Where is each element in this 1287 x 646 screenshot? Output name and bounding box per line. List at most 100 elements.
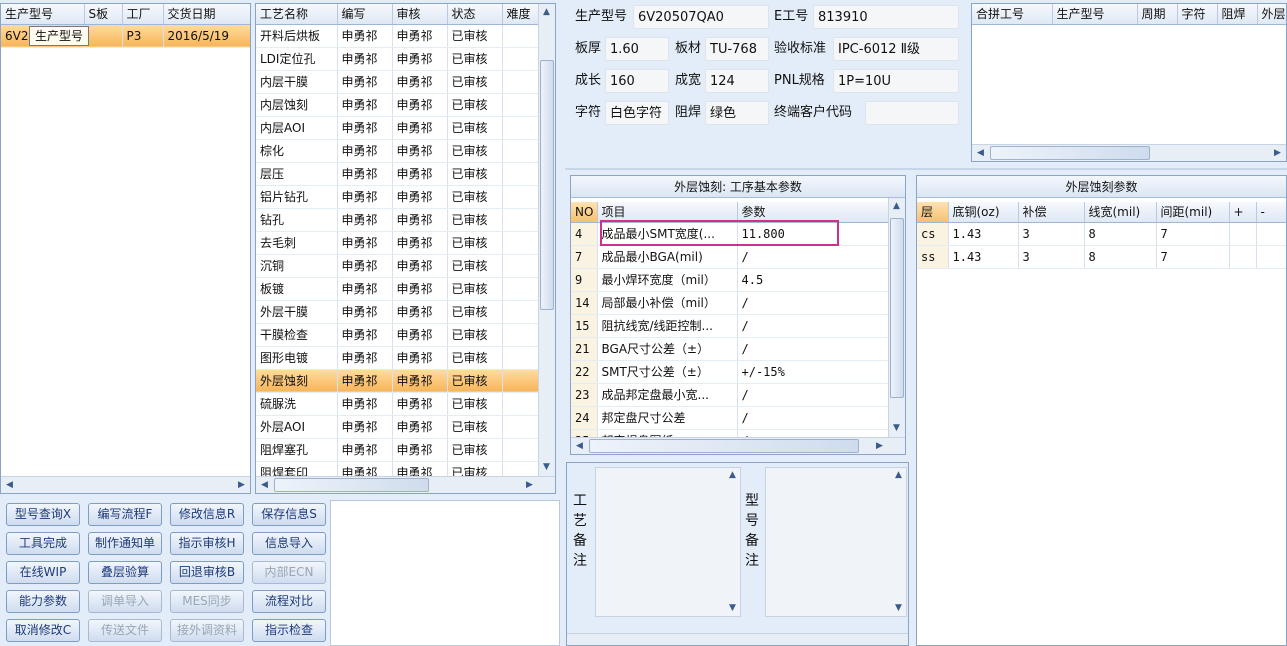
action-button[interactable]: 接外调资料: [170, 619, 244, 642]
scroll-right-icon[interactable]: ▶: [234, 478, 249, 493]
table-row[interactable]: 内层干膜 申勇祁 申勇祁 已审核: [256, 70, 540, 94]
column-header[interactable]: S板: [84, 4, 123, 25]
scroll-thumb[interactable]: [540, 60, 554, 310]
table-row[interactable]: 开料后烘板 申勇祁 申勇祁 已审核: [256, 24, 540, 48]
column-header[interactable]: 交货日期: [163, 4, 250, 25]
column-header[interactable]: 外层: [1257, 4, 1286, 25]
action-button[interactable]: 指示检查: [252, 619, 326, 642]
scroll-down-icon[interactable]: ▼: [725, 601, 740, 616]
column-header[interactable]: 补偿: [1018, 202, 1085, 223]
column-header[interactable]: 生产型号: [1, 4, 85, 25]
table-row[interactable]: 14 局部最小补偿（mil） /: [571, 291, 890, 315]
table-row[interactable]: 图形电镀 申勇祁 申勇祁 已审核: [256, 346, 540, 370]
column-header[interactable]: 工厂: [122, 4, 164, 25]
process-note-field[interactable]: ▲ ▼: [595, 467, 741, 617]
column-header[interactable]: 状态: [447, 4, 503, 25]
model-list-hscroll[interactable]: ◀ ▶: [1, 476, 250, 493]
notes-hscroll[interactable]: [567, 633, 908, 645]
scroll-up-icon[interactable]: ▲: [891, 468, 906, 483]
action-button[interactable]: 保存信息S: [252, 503, 326, 526]
table-row[interactable]: 沉铜 申勇祁 申勇祁 已审核: [256, 254, 540, 278]
column-header[interactable]: 线宽(mil): [1084, 202, 1157, 223]
column-header[interactable]: 间距(mil): [1156, 202, 1230, 223]
scroll-up-icon[interactable]: ▲: [539, 5, 554, 20]
table-row[interactable]: 棕化 申勇祁 申勇祁 已审核: [256, 139, 540, 163]
action-button[interactable]: 内部ECN: [252, 561, 326, 584]
column-header[interactable]: 参数: [737, 202, 890, 223]
table-row[interactable]: 21 BGA尺寸公差（±） /: [571, 337, 890, 361]
column-header[interactable]: 周期: [1137, 4, 1178, 25]
scroll-right-icon[interactable]: ▶: [1270, 146, 1285, 161]
table-row[interactable]: 24 邦定盘尺寸公差 /: [571, 406, 890, 430]
table-row[interactable]: 22 SMT尺寸公差（±） +/-15%: [571, 360, 890, 384]
action-button[interactable]: 调单导入: [88, 590, 162, 613]
table-row[interactable]: 板镀 申勇祁 申勇祁 已审核: [256, 277, 540, 301]
table-row[interactable]: 钻孔 申勇祁 申勇祁 已审核: [256, 208, 540, 232]
column-header[interactable]: 编写: [337, 4, 393, 25]
column-header[interactable]: 生产型号: [1052, 4, 1138, 25]
table-row[interactable]: LDI定位孔 申勇祁 申勇祁 已审核: [256, 47, 540, 71]
column-header[interactable]: 字符: [1177, 4, 1218, 25]
table-row[interactable]: 外层AOI 申勇祁 申勇祁 已审核: [256, 415, 540, 439]
scroll-up-icon[interactable]: ▲: [725, 468, 740, 483]
scroll-right-icon[interactable]: ▶: [872, 439, 887, 454]
scroll-down-icon[interactable]: ▼: [539, 460, 554, 475]
action-button[interactable]: 工具完成: [6, 532, 80, 555]
action-button[interactable]: 信息导入: [252, 532, 326, 555]
action-button[interactable]: 在线WIP: [6, 561, 80, 584]
column-header[interactable]: 层: [917, 202, 949, 223]
table-row[interactable]: 9 最小焊环宽度（mil） 4.5: [571, 268, 890, 292]
action-button[interactable]: 编写流程F: [88, 503, 162, 526]
table-row[interactable]: 外层干膜 申勇祁 申勇祁 已审核: [256, 300, 540, 324]
column-header[interactable]: 工艺名称: [256, 4, 338, 25]
process-params-vscroll[interactable]: ▲ ▼: [888, 198, 905, 437]
table-row[interactable]: 去毛刺 申勇祁 申勇祁 已审核: [256, 231, 540, 255]
table-row[interactable]: 外层蚀刻 申勇祁 申勇祁 已审核: [256, 369, 540, 393]
column-header[interactable]: NO: [571, 202, 598, 223]
scroll-thumb[interactable]: [990, 146, 1150, 160]
column-header[interactable]: +: [1229, 202, 1257, 223]
action-button[interactable]: 制作通知单: [88, 532, 162, 555]
table-row[interactable]: 阻焊塞孔 申勇祁 申勇祁 已审核: [256, 438, 540, 462]
table-row[interactable]: 内层AOI 申勇祁 申勇祁 已审核: [256, 116, 540, 140]
scroll-left-icon[interactable]: ◀: [257, 478, 272, 493]
table-row[interactable]: 硫脲洗 申勇祁 申勇祁 已审核: [256, 392, 540, 416]
process-params-hscroll[interactable]: ◀ ▶: [571, 437, 905, 454]
action-button[interactable]: 修改信息R: [170, 503, 244, 526]
table-row[interactable]: 层压 申勇祁 申勇祁 已审核: [256, 162, 540, 186]
column-header[interactable]: 阻焊: [1217, 4, 1258, 25]
action-button[interactable]: MES同步: [170, 590, 244, 613]
action-button[interactable]: 取消修改C: [6, 619, 80, 642]
scroll-down-icon[interactable]: ▼: [891, 601, 906, 616]
scroll-thumb[interactable]: [274, 478, 429, 492]
scroll-left-icon[interactable]: ◀: [572, 439, 587, 454]
table-row[interactable]: 内层蚀刻 申勇祁 申勇祁 已审核: [256, 93, 540, 117]
scroll-thumb[interactable]: [890, 218, 904, 398]
action-button[interactable]: 传送文件: [88, 619, 162, 642]
column-header[interactable]: 合拼工号: [972, 4, 1053, 25]
action-button[interactable]: 指示审核H: [170, 532, 244, 555]
scroll-down-icon[interactable]: ▼: [889, 421, 904, 436]
column-header[interactable]: 难度: [502, 4, 540, 25]
scroll-up-icon[interactable]: ▲: [889, 199, 904, 214]
column-header[interactable]: 项目: [597, 202, 738, 223]
action-button[interactable]: 叠层验算: [88, 561, 162, 584]
column-header[interactable]: -: [1256, 202, 1286, 223]
action-button[interactable]: 能力参数: [6, 590, 80, 613]
merge-table-hscroll[interactable]: ◀ ▶: [972, 144, 1286, 161]
model-note-field[interactable]: ▲ ▼: [765, 467, 907, 617]
table-row[interactable]: 干膜检查 申勇祁 申勇祁 已审核: [256, 323, 540, 347]
scroll-left-icon[interactable]: ◀: [2, 478, 17, 493]
scroll-right-icon[interactable]: ▶: [522, 478, 537, 493]
table-row[interactable]: 23 成品邦定盘最小宽... /: [571, 383, 890, 407]
table-row[interactable]: ss 1.43 3 8 7: [917, 245, 1286, 269]
action-button[interactable]: 回退审核B: [170, 561, 244, 584]
process-list-hscroll[interactable]: ◀ ▶: [256, 476, 555, 493]
process-list-vscroll[interactable]: ▲ ▼: [538, 4, 555, 476]
action-button[interactable]: 型号查询X: [6, 503, 80, 526]
table-row[interactable]: cs 1.43 3 8 7: [917, 222, 1286, 246]
column-header[interactable]: 底铜(oz): [948, 202, 1019, 223]
action-button[interactable]: 流程对比: [252, 590, 326, 613]
scroll-left-icon[interactable]: ◀: [973, 146, 988, 161]
table-row[interactable]: 15 阻抗线宽/线距控制... /: [571, 314, 890, 338]
